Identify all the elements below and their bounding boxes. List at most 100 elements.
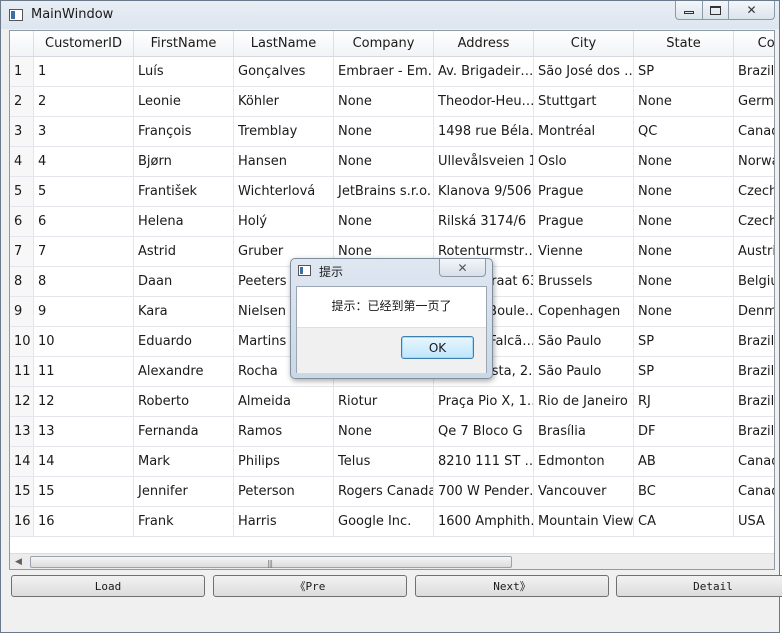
cell-country[interactable]: Czech <box>734 177 774 206</box>
cell-firstname[interactable]: Daan <box>134 267 234 296</box>
cell-company[interactable]: Telus <box>334 447 434 476</box>
cell-firstname[interactable]: František <box>134 177 234 206</box>
cell-customerid[interactable]: 2 <box>34 87 134 116</box>
cell-lastname[interactable]: Hansen <box>234 147 334 176</box>
cell-state[interactable]: CA <box>634 507 734 536</box>
cell-country[interactable]: Brazil <box>734 327 774 356</box>
cell-customerid[interactable]: 16 <box>34 507 134 536</box>
row-header[interactable]: 10 <box>10 327 34 356</box>
table-row[interactable]: 2 2 Leonie Köhler None Theodor-Heu… Stuttgart N… <box>10 87 774 117</box>
cell-lastname[interactable]: Wichterlová <box>234 177 334 206</box>
cell-state[interactable]: None <box>634 177 734 206</box>
cell-company[interactable]: None <box>334 417 434 446</box>
cell-firstname[interactable]: Helena <box>134 207 234 236</box>
cell-city[interactable]: Brussels <box>534 267 634 296</box>
cell-company[interactable]: JetBrains s.r.o. <box>334 177 434 206</box>
cell-company[interactable]: None <box>334 207 434 236</box>
cell-country[interactable]: Norway <box>734 147 774 176</box>
cell-company[interactable]: None <box>334 117 434 146</box>
cell-customerid[interactable]: 11 <box>34 357 134 386</box>
row-header[interactable]: 7 <box>10 237 34 266</box>
row-header[interactable]: 2 <box>10 87 34 116</box>
cell-customerid[interactable]: 14 <box>34 447 134 476</box>
cell-address[interactable]: Klanova 9/506 <box>434 177 534 206</box>
cell-company[interactable]: Riotur <box>334 387 434 416</box>
cell-customerid[interactable]: 5 <box>34 177 134 206</box>
table-row[interactable]: 15 15 Jennifer Peterson Rogers Canada 700 W P… <box>10 477 774 507</box>
cell-country[interactable]: Czech <box>734 207 774 236</box>
table-row[interactable]: 13 13 Fernanda Ramos None Qe 7 Bloco G Brasíli… <box>10 417 774 447</box>
cell-customerid[interactable]: 4 <box>34 147 134 176</box>
cell-country[interactable]: USA <box>734 507 774 536</box>
cell-customerid[interactable]: 10 <box>34 327 134 356</box>
cell-firstname[interactable]: Eduardo <box>134 327 234 356</box>
row-header[interactable]: 11 <box>10 357 34 386</box>
cell-firstname[interactable]: Mark <box>134 447 234 476</box>
cell-country[interactable]: Germany <box>734 87 774 116</box>
cell-city[interactable]: Mountain View <box>534 507 634 536</box>
load-button[interactable]: Load <box>11 575 205 597</box>
table-row[interactable]: 16 16 Frank Harris Google Inc. 1600 Amphith… M… <box>10 507 774 537</box>
column-header-firstname[interactable]: FirstName <box>134 31 234 56</box>
cell-city[interactable]: Montréal <box>534 117 634 146</box>
row-header[interactable]: 4 <box>10 147 34 176</box>
cell-city[interactable]: Vancouver <box>534 477 634 506</box>
cell-country[interactable]: Brazil <box>734 387 774 416</box>
table-row[interactable]: 12 12 Roberto Almeida Riotur Praça Pio X, 1… R… <box>10 387 774 417</box>
cell-address[interactable]: 8210 111 ST … <box>434 447 534 476</box>
cell-country[interactable]: Belgium <box>734 267 774 296</box>
cell-city[interactable]: São Paulo <box>534 357 634 386</box>
cell-lastname[interactable]: Peterson <box>234 477 334 506</box>
row-header[interactable]: 13 <box>10 417 34 446</box>
cell-firstname[interactable]: Fernanda <box>134 417 234 446</box>
scrollbar-thumb[interactable]: ||| <box>30 556 512 568</box>
cell-company[interactable]: Embraer - Em… <box>334 57 434 86</box>
cell-state[interactable]: SP <box>634 357 734 386</box>
cell-customerid[interactable]: 1 <box>34 57 134 86</box>
cell-firstname[interactable]: Luís <box>134 57 234 86</box>
scroll-left-arrow-icon[interactable]: ◀ <box>10 554 27 569</box>
cell-address[interactable]: 1600 Amphith… <box>434 507 534 536</box>
previous-page-button[interactable]: 《Pre <box>213 575 407 597</box>
table-row[interactable]: 3 3 François Tremblay None 1498 rue Béla… Mont… <box>10 117 774 147</box>
cell-firstname[interactable]: Jennifer <box>134 477 234 506</box>
row-header[interactable]: 3 <box>10 117 34 146</box>
close-button[interactable]: ✕ <box>729 1 775 20</box>
horizontal-scrollbar[interactable]: ◀ ||| <box>10 553 774 569</box>
cell-state[interactable]: AB <box>634 447 734 476</box>
cell-customerid[interactable]: 7 <box>34 237 134 266</box>
cell-lastname[interactable]: Ramos <box>234 417 334 446</box>
cell-customerid[interactable]: 15 <box>34 477 134 506</box>
cell-country[interactable]: Canada <box>734 447 774 476</box>
cell-city[interactable]: Prague <box>534 207 634 236</box>
detail-button[interactable]: Detail <box>616 575 782 597</box>
title-bar[interactable]: MainWindow ✕ <box>1 1 779 29</box>
cell-customerid[interactable]: 12 <box>34 387 134 416</box>
cell-country[interactable]: Austria <box>734 237 774 266</box>
row-header[interactable]: 14 <box>10 447 34 476</box>
cell-state[interactable]: DF <box>634 417 734 446</box>
cell-firstname[interactable]: Leonie <box>134 87 234 116</box>
cell-country[interactable]: Brazil <box>734 417 774 446</box>
column-header-state[interactable]: State <box>634 31 734 56</box>
cell-lastname[interactable]: Köhler <box>234 87 334 116</box>
column-header-country[interactable]: Country <box>734 31 774 56</box>
cell-city[interactable]: Edmonton <box>534 447 634 476</box>
cell-country[interactable]: Canada <box>734 117 774 146</box>
cell-state[interactable]: SP <box>634 327 734 356</box>
cell-state[interactable]: SP <box>634 57 734 86</box>
column-header-city[interactable]: City <box>534 31 634 56</box>
cell-firstname[interactable]: Bjørn <box>134 147 234 176</box>
cell-city[interactable]: São Paulo <box>534 327 634 356</box>
cell-customerid[interactable]: 9 <box>34 297 134 326</box>
row-header[interactable]: 16 <box>10 507 34 536</box>
column-header-company[interactable]: Company <box>334 31 434 56</box>
row-header-corner[interactable] <box>10 31 34 56</box>
cell-firstname[interactable]: François <box>134 117 234 146</box>
cell-address[interactable]: Praça Pio X, 1… <box>434 387 534 416</box>
cell-city[interactable]: Copenhagen <box>534 297 634 326</box>
table-row[interactable]: 1 1 Luís Gonçalves Embraer - Em… Av. Brigadei… <box>10 57 774 87</box>
cell-address[interactable]: Av. Brigadeir… <box>434 57 534 86</box>
cell-city[interactable]: Prague <box>534 177 634 206</box>
cell-company[interactable]: None <box>334 147 434 176</box>
